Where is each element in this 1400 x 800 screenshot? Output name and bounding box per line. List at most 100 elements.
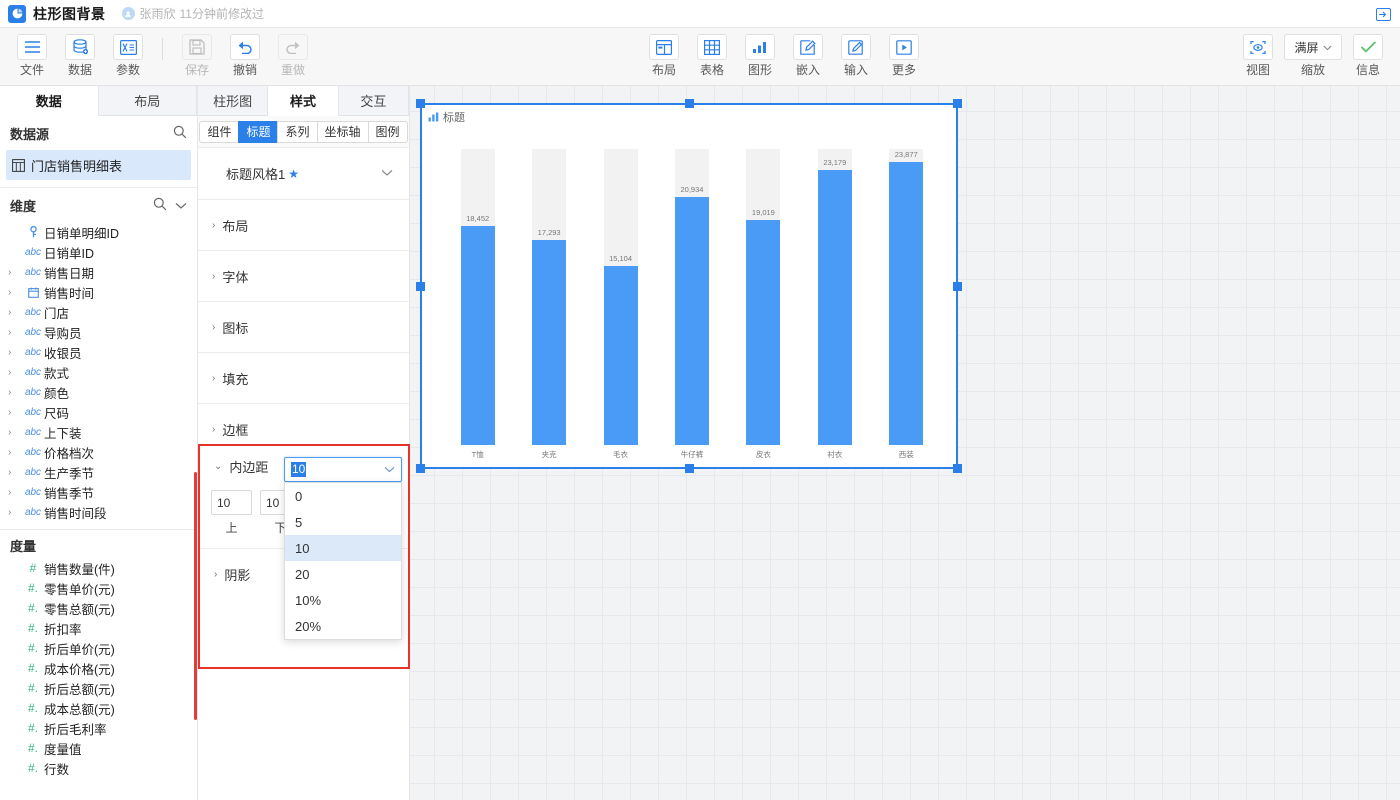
chevron-right-icon[interactable]: › xyxy=(8,487,22,498)
padding-option[interactable]: 10% xyxy=(285,587,401,613)
bar-column[interactable]: 18,452 xyxy=(442,137,513,445)
tool-more[interactable]: 更多 xyxy=(880,34,928,77)
bar-column[interactable]: 19,019 xyxy=(728,137,799,445)
dimension-item[interactable]: ›abc尺码 xyxy=(0,402,197,422)
chevron-right-icon[interactable]: › xyxy=(8,327,22,338)
padding-option[interactable]: 5 xyxy=(285,509,401,535)
measure-item[interactable]: #.折后单价(元) xyxy=(0,638,197,658)
chevron-down-icon[interactable] xyxy=(175,198,187,213)
chevron-right-icon[interactable]: › xyxy=(8,367,22,378)
measure-item[interactable]: #.度量值 xyxy=(0,738,197,758)
chevron-right-icon[interactable]: › xyxy=(8,387,22,398)
search-icon[interactable] xyxy=(153,197,167,214)
dimension-item[interactable]: ›abc款式 xyxy=(0,362,197,382)
dimension-item[interactable]: ›abc收银员 xyxy=(0,342,197,362)
tool-data[interactable]: 数据 xyxy=(56,34,104,77)
tool-graph[interactable]: 图形 xyxy=(736,34,784,77)
bar-column[interactable]: 15,104 xyxy=(585,137,656,445)
bar-fill[interactable] xyxy=(461,226,495,445)
padding-option[interactable]: 20 xyxy=(285,561,401,587)
dimension-item[interactable]: 日销单明细ID xyxy=(0,222,197,242)
tool-info[interactable]: 信息 xyxy=(1344,34,1392,77)
dimension-item[interactable]: ›abc生产季节 xyxy=(0,462,197,482)
bar-fill[interactable] xyxy=(604,266,638,445)
bar-fill[interactable] xyxy=(746,220,780,445)
style-section-row[interactable]: ›布局 xyxy=(198,200,409,251)
tab-layout[interactable]: 布局 xyxy=(99,86,198,115)
tool-view[interactable]: 视图 xyxy=(1234,34,1282,77)
zoom-select[interactable]: 满屏 xyxy=(1284,34,1342,60)
tool-zoom[interactable]: 满屏 缩放 xyxy=(1282,34,1344,77)
tool-redo[interactable]: 重做 xyxy=(269,34,317,77)
style-section-row[interactable]: ›填充 xyxy=(198,353,409,404)
chevron-right-icon[interactable]: › xyxy=(8,427,22,438)
measure-item[interactable]: #.折后总额(元) xyxy=(0,678,197,698)
style-subtab[interactable]: 坐标轴 xyxy=(317,121,368,143)
search-icon[interactable] xyxy=(173,125,187,142)
tool-embed[interactable]: 嵌入 xyxy=(784,34,832,77)
style-section-row[interactable]: ›图标 xyxy=(198,302,409,353)
tool-input[interactable]: 输入 xyxy=(832,34,880,77)
tool-save[interactable]: 保存 xyxy=(173,34,221,77)
bar-fill[interactable] xyxy=(889,162,923,445)
dimension-item[interactable]: ›abc销售季节 xyxy=(0,482,197,502)
dimension-item[interactable]: ›abc上下装 xyxy=(0,422,197,442)
chevron-right-icon[interactable]: › xyxy=(8,447,22,458)
padding-option[interactable]: 0 xyxy=(285,483,401,509)
dimension-item[interactable]: ›abc导购员 xyxy=(0,322,197,342)
tool-file[interactable]: 文件 xyxy=(8,34,56,77)
style-subtab[interactable]: 标题 xyxy=(238,121,277,143)
bar-column[interactable]: 23,877 xyxy=(871,137,942,445)
tab-interaction[interactable]: 交互 xyxy=(339,86,409,115)
measure-item[interactable]: #.零售总额(元) xyxy=(0,598,197,618)
measure-item[interactable]: #.成本总额(元) xyxy=(0,698,197,718)
chevron-right-icon[interactable]: › xyxy=(8,507,22,518)
padding-top-input[interactable] xyxy=(211,490,252,515)
bar-column[interactable]: 23,179 xyxy=(799,137,870,445)
chevron-right-icon[interactable]: › xyxy=(8,267,22,278)
tool-undo[interactable]: 撤销 xyxy=(221,34,269,77)
chart-component[interactable]: 标题 18,45217,29315,10420,93419,01923,1792… xyxy=(420,103,958,469)
bar-fill[interactable] xyxy=(532,240,566,445)
measure-item[interactable]: #.折扣率 xyxy=(0,618,197,638)
tool-layout[interactable]: 布局 xyxy=(640,34,688,77)
tool-param[interactable]: 参数 xyxy=(104,34,152,77)
bar-column[interactable]: 20,934 xyxy=(656,137,727,445)
style-subtab[interactable]: 图例 xyxy=(368,121,408,143)
chevron-right-icon[interactable]: › xyxy=(8,407,22,418)
chevron-right-icon[interactable]: › xyxy=(8,287,22,298)
dimension-item[interactable]: ›abc门店 xyxy=(0,302,197,322)
measure-item[interactable]: #.成本价格(元) xyxy=(0,658,197,678)
style-subtab[interactable]: 组件 xyxy=(199,121,238,143)
title-style-preset[interactable]: 标题风格1 ★ xyxy=(198,148,409,200)
tab-barchart[interactable]: 柱形图 xyxy=(198,86,268,115)
bar-column[interactable]: 17,293 xyxy=(513,137,584,445)
measure-item[interactable]: #.折后毛利率 xyxy=(0,718,197,738)
chevron-right-icon[interactable]: › xyxy=(8,467,22,478)
padding-preset-select[interactable]: 10 xyxy=(284,457,402,482)
measure-item[interactable]: #.行数 xyxy=(0,758,197,778)
measure-item[interactable]: #销售数量(件) xyxy=(0,558,197,578)
dimension-item[interactable]: ›abc销售时间段 xyxy=(0,502,197,522)
padding-option[interactable]: 20% xyxy=(285,613,401,639)
datasource-item[interactable]: 门店销售明细表 xyxy=(6,150,191,180)
dimension-item[interactable]: ›abc颜色 xyxy=(0,382,197,402)
tab-style[interactable]: 样式 xyxy=(268,86,338,116)
padding-option[interactable]: 10 xyxy=(285,535,401,561)
style-subtab[interactable]: 系列 xyxy=(277,121,316,143)
dimension-item[interactable]: ›销售时间 xyxy=(0,282,197,302)
bar-fill[interactable] xyxy=(675,197,709,445)
dimension-item[interactable]: ›abc销售日期 xyxy=(0,262,197,282)
tab-data[interactable]: 数据 xyxy=(0,86,99,116)
expand-panel-icon[interactable] xyxy=(1372,4,1394,24)
dimension-item[interactable]: ›abc价格档次 xyxy=(0,442,197,462)
dimension-item[interactable]: abc日销单ID xyxy=(0,242,197,262)
measure-item[interactable]: #.零售单价(元) xyxy=(0,578,197,598)
bar-fill[interactable] xyxy=(818,170,852,445)
canvas-area[interactable]: 标题 18,45217,29315,10420,93419,01923,1792… xyxy=(410,86,1400,800)
left-panel-scrollbar[interactable] xyxy=(194,472,197,720)
style-section-row[interactable]: ›字体 xyxy=(198,251,409,302)
chevron-right-icon[interactable]: › xyxy=(8,347,22,358)
chevron-right-icon[interactable]: › xyxy=(8,307,22,318)
tool-table[interactable]: 表格 xyxy=(688,34,736,77)
